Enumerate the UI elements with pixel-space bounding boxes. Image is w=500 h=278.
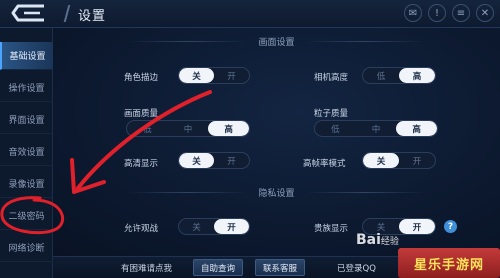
page-title: 设置	[78, 9, 107, 24]
particle-label: 粒子质量	[314, 109, 349, 119]
noble-on-option[interactable]: 开	[399, 219, 435, 234]
help-icon[interactable]: ?	[444, 220, 457, 233]
outline-off-option[interactable]: 关	[179, 68, 214, 83]
high-fps-toggle[interactable]: 关 开	[362, 152, 436, 169]
hd-label: 高清显示	[124, 159, 159, 169]
customer-service-button[interactable]: 联系客服	[255, 259, 306, 276]
particle-high-option[interactable]: 高	[396, 121, 437, 136]
sidebar-item-network[interactable]: 网络诊断	[0, 234, 53, 262]
close-icon[interactable]: ✕	[476, 4, 494, 22]
sidebar-item-replay[interactable]: 录像设置	[0, 170, 53, 198]
quality-high-option[interactable]: 高	[208, 121, 249, 136]
camera-low-option[interactable]: 低	[363, 68, 399, 83]
hd-toggle[interactable]: 关 开	[178, 152, 250, 169]
quality-toggle[interactable]: 低 中 高	[126, 120, 250, 137]
header-bar: 设置 ✉ ! ≡ ✕	[0, 0, 500, 28]
hd-on-option[interactable]: 开	[214, 153, 249, 168]
high-fps-on-option[interactable]: 开	[399, 153, 435, 168]
quality-low-option[interactable]: 低	[127, 121, 168, 136]
sidebar-item-controls[interactable]: 操作设置	[0, 74, 53, 102]
camera-height-label: 相机高度	[314, 73, 349, 83]
sidebar-item-interface[interactable]: 界面设置	[0, 106, 53, 134]
back-icon	[11, 4, 44, 22]
login-status-text: 已登录QQ	[337, 264, 376, 274]
outline-toggle[interactable]: 关 开	[178, 67, 250, 84]
help-prompt-text: 有困难请点我	[121, 264, 173, 274]
high-fps-off-option[interactable]: 关	[363, 153, 399, 168]
sidebar-item-secondary-password[interactable]: 二级密码	[0, 202, 53, 230]
particle-low-option[interactable]: 低	[315, 121, 356, 136]
graphics-section-title: 画面设置	[53, 33, 500, 49]
allow-watch-toggle[interactable]: 关 开	[178, 218, 250, 235]
menu-icon[interactable]: ≡	[452, 4, 470, 22]
camera-high-option[interactable]: 高	[399, 68, 435, 83]
self-service-button[interactable]: 自助查询	[193, 259, 244, 276]
site-watermark: 星乐手游网	[398, 248, 500, 278]
allow-watch-label: 允许观战	[124, 224, 159, 234]
sidebar: 基础设置 操作设置 界面设置 音效设置 录像设置 二级密码 网络诊断	[0, 28, 53, 278]
sidebar-item-basic[interactable]: 基础设置	[0, 42, 53, 70]
header-divider	[63, 5, 71, 22]
settings-screen: 设置 ✉ ! ≡ ✕ 基础设置 操作设置 界面设置 音效设置 录像设置 二级密码…	[0, 0, 500, 278]
noble-label: 贵族显示	[314, 224, 349, 234]
hd-off-option[interactable]: 关	[179, 153, 214, 168]
camera-height-toggle[interactable]: 低 高	[362, 67, 436, 84]
baidu-watermark: Bai经验	[356, 232, 399, 248]
privacy-section-title: 隐私设置	[53, 184, 500, 200]
notice-icon[interactable]: !	[428, 4, 446, 22]
quality-mid-option[interactable]: 中	[168, 121, 209, 136]
chat-icon[interactable]: ✉	[404, 4, 422, 22]
allow-watch-on-option[interactable]: 开	[214, 219, 249, 234]
particle-mid-option[interactable]: 中	[356, 121, 397, 136]
sidebar-item-sound[interactable]: 音效设置	[0, 138, 53, 166]
quality-label: 画面质量	[124, 109, 159, 119]
outline-label: 角色描边	[124, 73, 159, 83]
high-fps-label: 高帧率模式	[303, 159, 346, 169]
back-button[interactable]	[0, 0, 60, 26]
particle-toggle[interactable]: 低 中 高	[314, 120, 438, 137]
outline-on-option[interactable]: 开	[214, 68, 249, 83]
allow-watch-off-option[interactable]: 关	[179, 219, 214, 234]
